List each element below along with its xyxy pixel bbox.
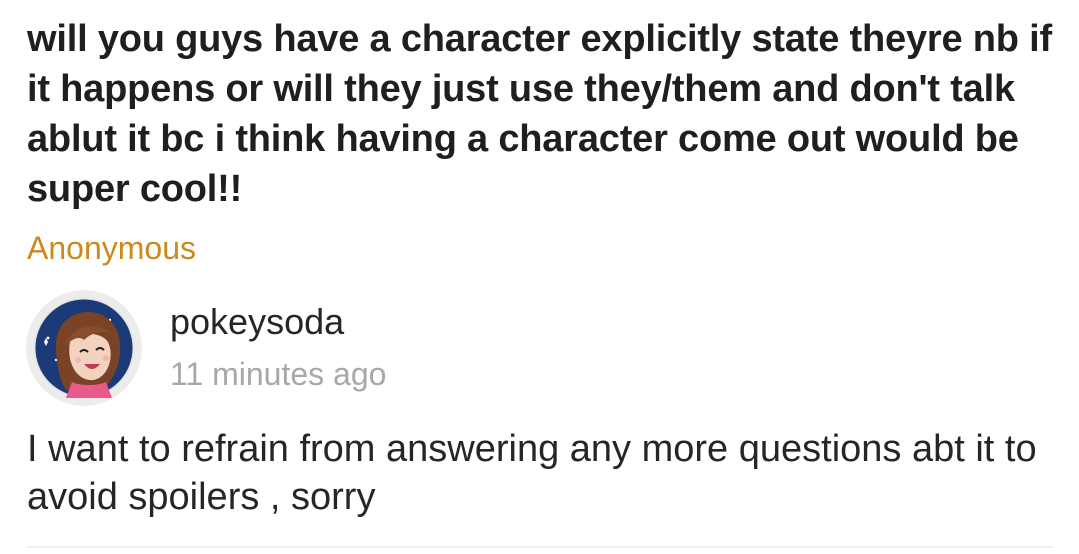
answer-timestamp: 11 minutes ago	[170, 356, 387, 392]
answerer-username[interactable]: pokeysoda	[170, 300, 344, 344]
answer-text: I want to refrain from answering any mor…	[27, 428, 1037, 518]
divider	[27, 546, 1053, 548]
avatar[interactable]	[26, 290, 142, 406]
question-text: will you guys have a character explicitl…	[27, 18, 1052, 210]
asker-name[interactable]: Anonymous	[27, 226, 196, 270]
user-avatar-drawing-icon	[34, 298, 134, 398]
